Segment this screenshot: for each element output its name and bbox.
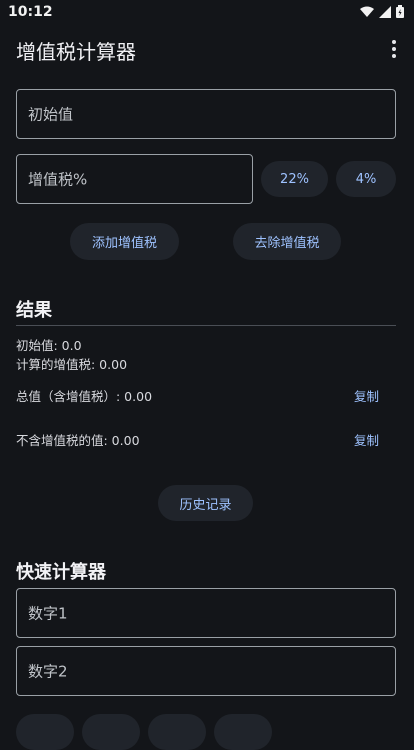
remove-vat-button[interactable]: 去除增值税 (233, 223, 341, 260)
initial-value-input[interactable]: 初始值 (16, 89, 396, 139)
operation-button[interactable] (148, 714, 206, 750)
number1-input[interactable]: 数字1 (16, 588, 396, 638)
vat-preset-22-button[interactable]: 22% (261, 161, 328, 197)
signal-icon (379, 5, 391, 18)
battery-icon (396, 5, 404, 18)
vat-percent-input[interactable]: 增值税% (16, 154, 253, 204)
copy-total-button[interactable]: 复制 (354, 386, 379, 405)
app-bar: 增值税计算器 (0, 26, 414, 72)
result-total-incl-vat: 总值（含增值税）: 0.00 (16, 389, 153, 404)
number2-input[interactable]: 数字2 (16, 646, 396, 696)
vat-preset-4-button[interactable]: 4% (336, 161, 396, 197)
status-time: 10:12 (8, 4, 53, 20)
operation-button[interactable] (82, 714, 140, 750)
quick-calculator-title: 快速计算器 (16, 562, 106, 583)
vat-percent-placeholder: 增值税% (28, 170, 88, 189)
results-title: 结果 (16, 300, 52, 321)
number2-placeholder: 数字2 (28, 662, 68, 681)
add-vat-button[interactable]: 添加增值税 (70, 223, 179, 260)
history-button[interactable]: 历史记录 (158, 485, 253, 521)
results-divider (16, 325, 396, 326)
more-options-icon[interactable] (390, 40, 398, 58)
status-icons (360, 5, 404, 18)
status-bar: 10:12 (0, 0, 414, 26)
result-calculated-vat: 计算的增值税: 0.00 (16, 357, 128, 372)
number1-placeholder: 数字1 (28, 604, 68, 623)
wifi-icon (360, 6, 374, 17)
copy-excl-vat-button[interactable]: 复制 (354, 430, 379, 449)
result-initial-value: 初始值: 0.0 (16, 338, 82, 353)
initial-value-placeholder: 初始值 (28, 105, 74, 124)
result-value-excl-vat: 不含增值税的值: 0.00 (16, 433, 140, 448)
operation-button[interactable] (214, 714, 272, 750)
operation-button[interactable] (16, 714, 74, 750)
app-title: 增值税计算器 (16, 40, 136, 64)
